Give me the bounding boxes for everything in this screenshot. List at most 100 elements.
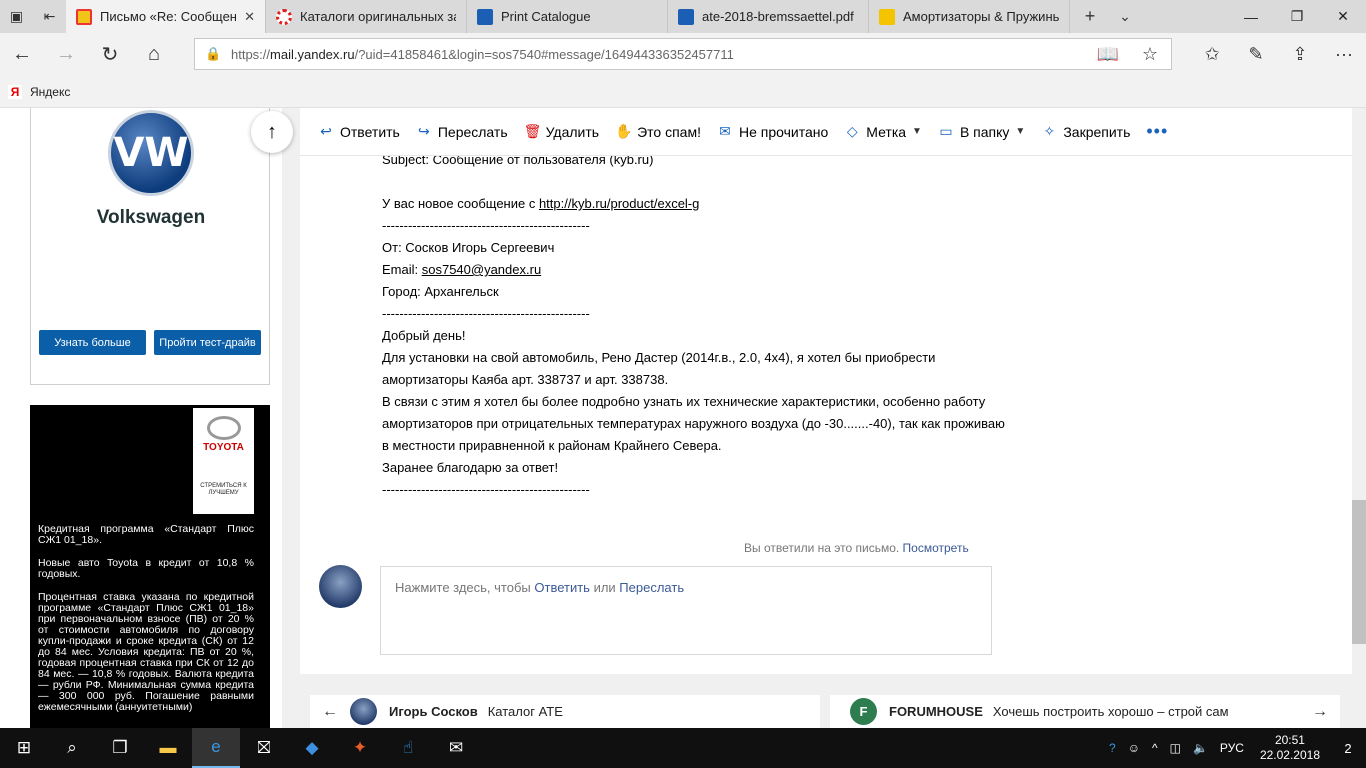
system-tray: ? ☺ ^ ◫ 🔈 РУС 20:51 22.02.2018 2 <box>1103 728 1366 768</box>
spam-hand-icon: ✋ <box>615 123 633 139</box>
help-icon[interactable]: ? <box>1103 741 1122 755</box>
task-view-icon[interactable]: ❐ <box>96 728 144 768</box>
browser-tab-0[interactable]: Письмо «Re: Сообщени ✕ <box>66 0 266 33</box>
scrollbar-thumb[interactable] <box>1352 500 1366 644</box>
message-line: ----------------------------------------… <box>382 303 1062 325</box>
windows-taskbar: ⊞ ⌕ ❐ ▬ e ⛝ ◆ ✦ ☝ ✉ ? ☺ ^ ◫ 🔈 РУС 20:51 … <box>0 728 1366 768</box>
toyota-brand: TOYOTA <box>203 442 244 453</box>
mail-icon[interactable]: ✉ <box>432 728 480 768</box>
store-icon[interactable]: ⛝ <box>240 728 288 768</box>
back-arrow-icon[interactable]: ← <box>0 33 44 76</box>
message-line: Заранее благодарю за ответ! <box>382 457 1062 479</box>
tab-sets-icon[interactable]: ▣ <box>0 0 33 33</box>
more-actions-button[interactable]: ••• <box>1146 121 1168 142</box>
browser-tab-2[interactable]: Print Catalogue <box>467 0 668 33</box>
tab-back-icon[interactable]: ⇤ <box>33 0 66 33</box>
address-bar[interactable]: 🔒 https://mail.yandex.ru/?uid=41858461&l… <box>194 38 1172 70</box>
print-catalogue-favicon-icon <box>477 8 493 25</box>
web-note-pen-icon[interactable]: ✎ <box>1234 33 1278 76</box>
more-menu-icon[interactable]: ··· <box>1322 33 1366 76</box>
network-icon[interactable]: ◫ <box>1164 741 1187 755</box>
mark-unread-button[interactable]: ✉ Не прочитано <box>717 123 828 140</box>
spam-button[interactable]: ✋ Это спам! <box>615 123 701 140</box>
message-line-text: Для установки на свой автомобиль, Рено Д… <box>382 350 936 365</box>
toyota-ad[interactable]: TOYOTA СТРЕМИТЬСЯ К ЛУЧШЕМУ Кредитная пр… <box>30 405 270 728</box>
language-indicator[interactable]: РУС <box>1214 741 1250 755</box>
label-button[interactable]: ◇ Метка ▼ <box>844 123 922 140</box>
browser-tab-1[interactable]: Каталоги оригинальных за <box>266 0 467 33</box>
pin-label: Закрепить <box>1063 123 1131 140</box>
delete-button[interactable]: 🗑 Удалить <box>524 123 599 140</box>
next-message-card[interactable]: F FORUMHOUSE Хочешь построить хорошо – с… <box>830 695 1340 728</box>
vw-brand-name: Volkswagen <box>96 207 206 228</box>
message-toolbar: ↩ Ответить ↪ Переслать 🗑 Удалить ✋ Это с… <box>300 108 1352 156</box>
reading-view-icon[interactable]: 📖 <box>1087 39 1129 69</box>
message-line-text: ----------------------------------------… <box>382 218 590 233</box>
page-scrollbar[interactable] <box>1352 108 1366 728</box>
delete-label: Удалить <box>545 123 600 140</box>
volkswagen-ad[interactable]: VW Volkswagen Узнать больше Пройти тест-… <box>30 108 270 385</box>
message-link[interactable]: sos7540@yandex.ru <box>422 262 541 277</box>
new-tab-plus-icon[interactable]: + <box>1070 0 1110 33</box>
search-icon[interactable]: ⌕ <box>48 728 96 768</box>
file-explorer-icon[interactable]: ▬ <box>144 728 192 768</box>
browser-tab-4[interactable]: Амортизаторы & Пружинь <box>869 0 1070 33</box>
volume-icon[interactable]: 🔈 <box>1187 741 1214 755</box>
dropbox-icon[interactable]: ◆ <box>288 728 336 768</box>
browser-tab-bar: ▣ ⇤ Письмо «Re: Сообщени ✕ Каталоги ориг… <box>0 0 1366 33</box>
notification-center-icon[interactable]: 2 <box>1330 728 1366 768</box>
vw-test-drive-button[interactable]: Пройти тест-драйв <box>154 330 261 355</box>
message-line: ----------------------------------------… <box>382 479 1062 501</box>
clock[interactable]: 20:51 22.02.2018 <box>1250 733 1330 763</box>
restore-icon[interactable]: ❐ <box>1274 0 1320 33</box>
tray-chevron-icon[interactable]: ^ <box>1146 741 1164 755</box>
quick-forward-link[interactable]: Переслать <box>619 580 684 595</box>
toyota-emblem-icon <box>206 416 241 440</box>
quick-reply-box[interactable]: Нажмите здесь, чтобы Ответить или Пересл… <box>380 566 992 655</box>
message-line-text: амортизаторы Каяба арт. 338737 и арт. 33… <box>382 372 669 387</box>
replied-text: Вы ответили на это письмо. <box>744 541 900 555</box>
favorite-star-icon[interactable]: ☆ <box>1129 39 1171 69</box>
tab-close-icon[interactable]: ✕ <box>244 9 255 25</box>
message-line: ----------------------------------------… <box>382 215 1062 237</box>
message-line-text: Email: <box>382 262 422 277</box>
vw-learn-more-button[interactable]: Узнать больше <box>39 330 146 355</box>
url-prefix: https:// <box>231 46 271 62</box>
message-link[interactable]: http://kyb.ru/product/excel-g <box>539 196 699 211</box>
view-reply-link[interactable]: Посмотреть <box>903 541 969 555</box>
tab-list-chevron-icon[interactable]: ⌄ <box>1110 0 1140 33</box>
prev-subject: Каталог ATE <box>487 704 563 719</box>
message-line-text: Добрый день! <box>382 328 466 343</box>
refresh-icon[interactable]: ↻ <box>88 33 132 76</box>
favorite-yandex[interactable]: Яндекс <box>30 85 70 99</box>
favorites-hub-icon[interactable]: ✩ <box>1190 33 1234 76</box>
people-icon[interactable]: ☺ <box>1122 741 1146 755</box>
minimize-icon[interactable]: — <box>1228 0 1274 33</box>
browser-tab-3[interactable]: ate-2018-bremssaettel.pdf <box>668 0 869 33</box>
share-icon[interactable]: ⇪ <box>1278 33 1322 76</box>
close-window-icon[interactable]: ✕ <box>1320 0 1366 33</box>
forward-button[interactable]: ↪ Переслать <box>416 123 508 140</box>
scroll-up-arrow-icon[interactable]: ↑ <box>251 111 293 153</box>
touch-app-icon[interactable]: ☝ <box>384 728 432 768</box>
folder-icon: ▭ <box>939 123 953 139</box>
forward-label: Переслать <box>437 123 508 140</box>
quick-reply-link[interactable]: Ответить <box>534 580 590 595</box>
shock-absorber-favicon-icon <box>879 8 895 25</box>
forward-arrow-icon[interactable]: → <box>44 33 88 76</box>
home-icon[interactable]: ⌂ <box>132 33 176 76</box>
reply-button[interactable]: ↩ Ответить <box>318 123 400 140</box>
tab-title: Print Catalogue <box>501 9 591 24</box>
clock-time: 20:51 <box>1274 733 1305 747</box>
edge-browser-icon[interactable]: e <box>192 728 240 768</box>
yandex-icon: Я <box>8 84 22 99</box>
message-line-text: У вас новое сообщение с <box>382 196 539 211</box>
message-line: амортизаторов при отрицательных температ… <box>382 413 1062 435</box>
pin-button[interactable]: ✧ Закрепить <box>1041 123 1130 140</box>
photo-app-icon[interactable]: ✦ <box>336 728 384 768</box>
windows-start-icon[interactable]: ⊞ <box>0 728 48 768</box>
move-to-folder-button[interactable]: ▭ В папку ▼ <box>938 123 1025 140</box>
page-content: VW Volkswagen Узнать больше Пройти тест-… <box>0 108 1366 728</box>
previous-message-card[interactable]: ← Игорь Сосков Каталог ATE <box>310 695 820 728</box>
message-navigation: ← Игорь Сосков Каталог ATE F FORUMHOUSE … <box>300 687 1352 728</box>
